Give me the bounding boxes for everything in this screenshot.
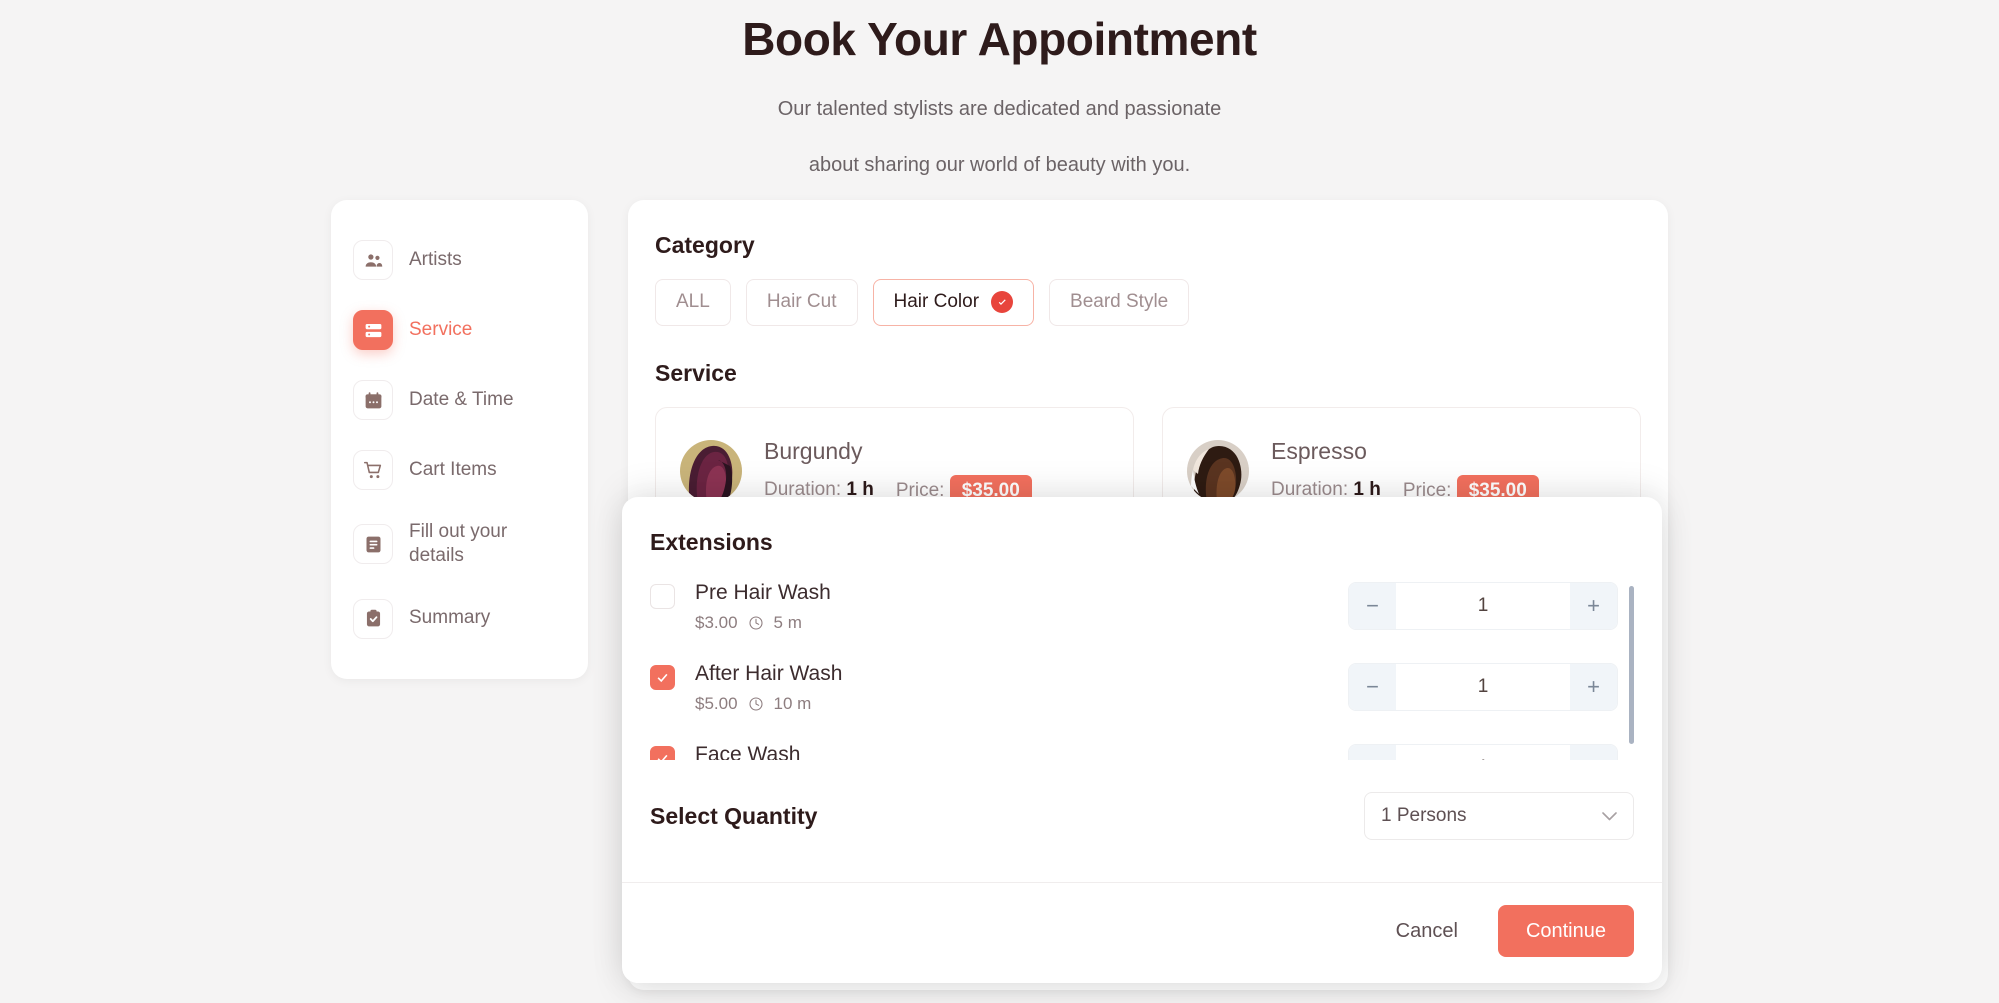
category-chip-beard-style[interactable]: Beard Style xyxy=(1049,279,1190,326)
extension-name: Face Wash xyxy=(695,743,801,760)
clock-icon xyxy=(748,615,764,631)
stepper-increment-button[interactable]: + xyxy=(1570,583,1617,629)
modal-footer: Cancel Continue xyxy=(622,882,1662,983)
stepper-increment-button[interactable]: + xyxy=(1570,745,1617,760)
page-subtitle-line-2: about sharing our world of beauty with y… xyxy=(808,154,1191,177)
service-info: Espresso Duration: 1 h Price: $35.00 xyxy=(1271,438,1539,506)
clipboard-check-icon xyxy=(353,598,393,639)
sidebar-item-label: Date & Time xyxy=(409,388,514,410)
extensions-scrollbar[interactable] xyxy=(1629,586,1634,744)
stepper-value[interactable]: 1 xyxy=(1396,583,1570,629)
extension-text: Pre Hair Wash $3.00 5 m xyxy=(695,580,831,633)
category-chip-row: ALL Hair Cut Hair Color Beard Style xyxy=(655,279,1641,326)
shopping-cart-icon xyxy=(353,450,393,490)
sidebar-item-label: Fill out your details xyxy=(409,521,508,567)
service-name: Burgundy xyxy=(764,438,863,465)
chevron-down-icon xyxy=(1602,808,1617,825)
category-chip-hair-color[interactable]: Hair Color xyxy=(872,279,1035,326)
sidebar-item-fill-out-details[interactable]: Fill out your details xyxy=(353,512,566,577)
page-subtitle-line-1: Our talented stylists are dedicated and … xyxy=(777,98,1222,121)
check-circle-icon xyxy=(991,291,1014,314)
extension-price: $5.00 xyxy=(695,694,738,714)
extension-text: Face Wash $2.00 5 m xyxy=(695,742,802,760)
stepper-decrement-button[interactable]: − xyxy=(1349,664,1396,711)
quantity-select[interactable]: 1 Persons xyxy=(1364,792,1634,840)
quantity-stepper[interactable]: − 1 + xyxy=(1348,582,1618,630)
quantity-stepper[interactable]: − 1 + xyxy=(1348,744,1618,760)
quantity-select-value: 1 Persons xyxy=(1381,805,1467,826)
extension-sub: $5.00 10 m xyxy=(695,694,842,714)
extensions-scroll-area[interactable]: Pre Hair Wash $3.00 5 m − 1 + After Hair… xyxy=(650,578,1634,760)
service-list-icon xyxy=(353,310,393,350)
continue-button[interactable]: Continue xyxy=(1497,905,1634,957)
category-heading: Category xyxy=(655,232,755,258)
page-header: Book Your Appointment Our talented styli… xyxy=(0,0,1999,183)
extension-left: Pre Hair Wash $3.00 5 m xyxy=(650,578,831,633)
category-chip-label: Hair Color xyxy=(893,291,980,312)
service-heading: Service xyxy=(655,359,737,386)
sidebar-item-date-time[interactable]: Date & Time xyxy=(353,372,566,428)
select-quantity-label: Select Quantity xyxy=(650,802,818,829)
calendar-icon xyxy=(353,380,393,420)
sidebar-item-label: Artists xyxy=(409,248,462,270)
extension-checkbox[interactable] xyxy=(650,746,675,760)
clock-icon xyxy=(748,696,764,712)
stepper-decrement-button[interactable]: − xyxy=(1349,745,1396,760)
extension-duration: 5 m xyxy=(773,613,802,633)
category-chip-all[interactable]: ALL xyxy=(655,279,731,326)
extension-duration: 10 m xyxy=(773,694,812,714)
modal-body: Extensions Pre Hair Wash $3.00 5 m − 1 +… xyxy=(622,497,1662,882)
stepper-value[interactable]: 1 xyxy=(1396,745,1570,760)
select-quantity-row: Select Quantity 1 Persons xyxy=(650,760,1634,882)
stepper-increment-button[interactable]: + xyxy=(1570,664,1617,711)
stepper-value[interactable]: 1 xyxy=(1396,664,1570,711)
stepper-decrement-button[interactable]: − xyxy=(1349,583,1396,629)
extension-name: Pre Hair Wash xyxy=(695,581,831,604)
burgundy-hair-avatar xyxy=(680,439,742,502)
sidebar-item-cart-items[interactable]: Cart Items xyxy=(353,442,566,498)
page-title: Book Your Appointment xyxy=(742,13,1257,65)
extension-row-after-hair-wash: After Hair Wash $5.00 10 m − 1 + xyxy=(650,659,1618,714)
sidebar-item-label: Cart Items xyxy=(409,458,497,480)
extension-name: After Hair Wash xyxy=(695,662,843,686)
quantity-stepper[interactable]: − 1 + xyxy=(1348,663,1618,712)
extension-left: After Hair Wash $5.00 10 m xyxy=(650,659,842,714)
cancel-button[interactable]: Cancel xyxy=(1382,910,1472,953)
extension-sub: $3.00 5 m xyxy=(695,613,831,633)
service-name: Espresso xyxy=(1271,438,1367,465)
booking-steps-sidebar: Artists Service Date & Time Cart Items F xyxy=(331,200,588,679)
extension-row-pre-hair-wash: Pre Hair Wash $3.00 5 m − 1 + xyxy=(650,578,1618,633)
category-chip-label: Hair Cut xyxy=(766,291,837,312)
extensions-heading: Extensions xyxy=(650,529,773,555)
extension-checkbox[interactable] xyxy=(650,584,675,609)
document-icon xyxy=(353,524,393,565)
extension-price: $3.00 xyxy=(695,613,738,633)
extension-left: Face Wash $2.00 5 m xyxy=(650,740,802,760)
category-chip-hair-cut[interactable]: Hair Cut xyxy=(745,279,858,326)
sidebar-item-label: Service xyxy=(409,318,473,340)
category-chip-label: Beard Style xyxy=(1070,291,1169,312)
extension-row-face-wash: Face Wash $2.00 5 m − 1 + xyxy=(650,740,1618,760)
category-chip-label: ALL xyxy=(676,291,710,312)
service-info: Burgundy Duration: 1 h Price: $35.00 xyxy=(764,438,1032,506)
espresso-hair-avatar xyxy=(1187,439,1249,502)
sidebar-item-artists[interactable]: Artists xyxy=(353,232,566,288)
extension-text: After Hair Wash $5.00 10 m xyxy=(695,661,842,714)
extensions-modal: Extensions Pre Hair Wash $3.00 5 m − 1 +… xyxy=(622,497,1662,983)
people-icon xyxy=(353,240,393,280)
sidebar-item-label: Summary xyxy=(409,607,491,629)
extension-checkbox[interactable] xyxy=(650,665,675,691)
sidebar-item-summary[interactable]: Summary xyxy=(353,591,566,647)
sidebar-item-service[interactable]: Service xyxy=(353,302,566,358)
